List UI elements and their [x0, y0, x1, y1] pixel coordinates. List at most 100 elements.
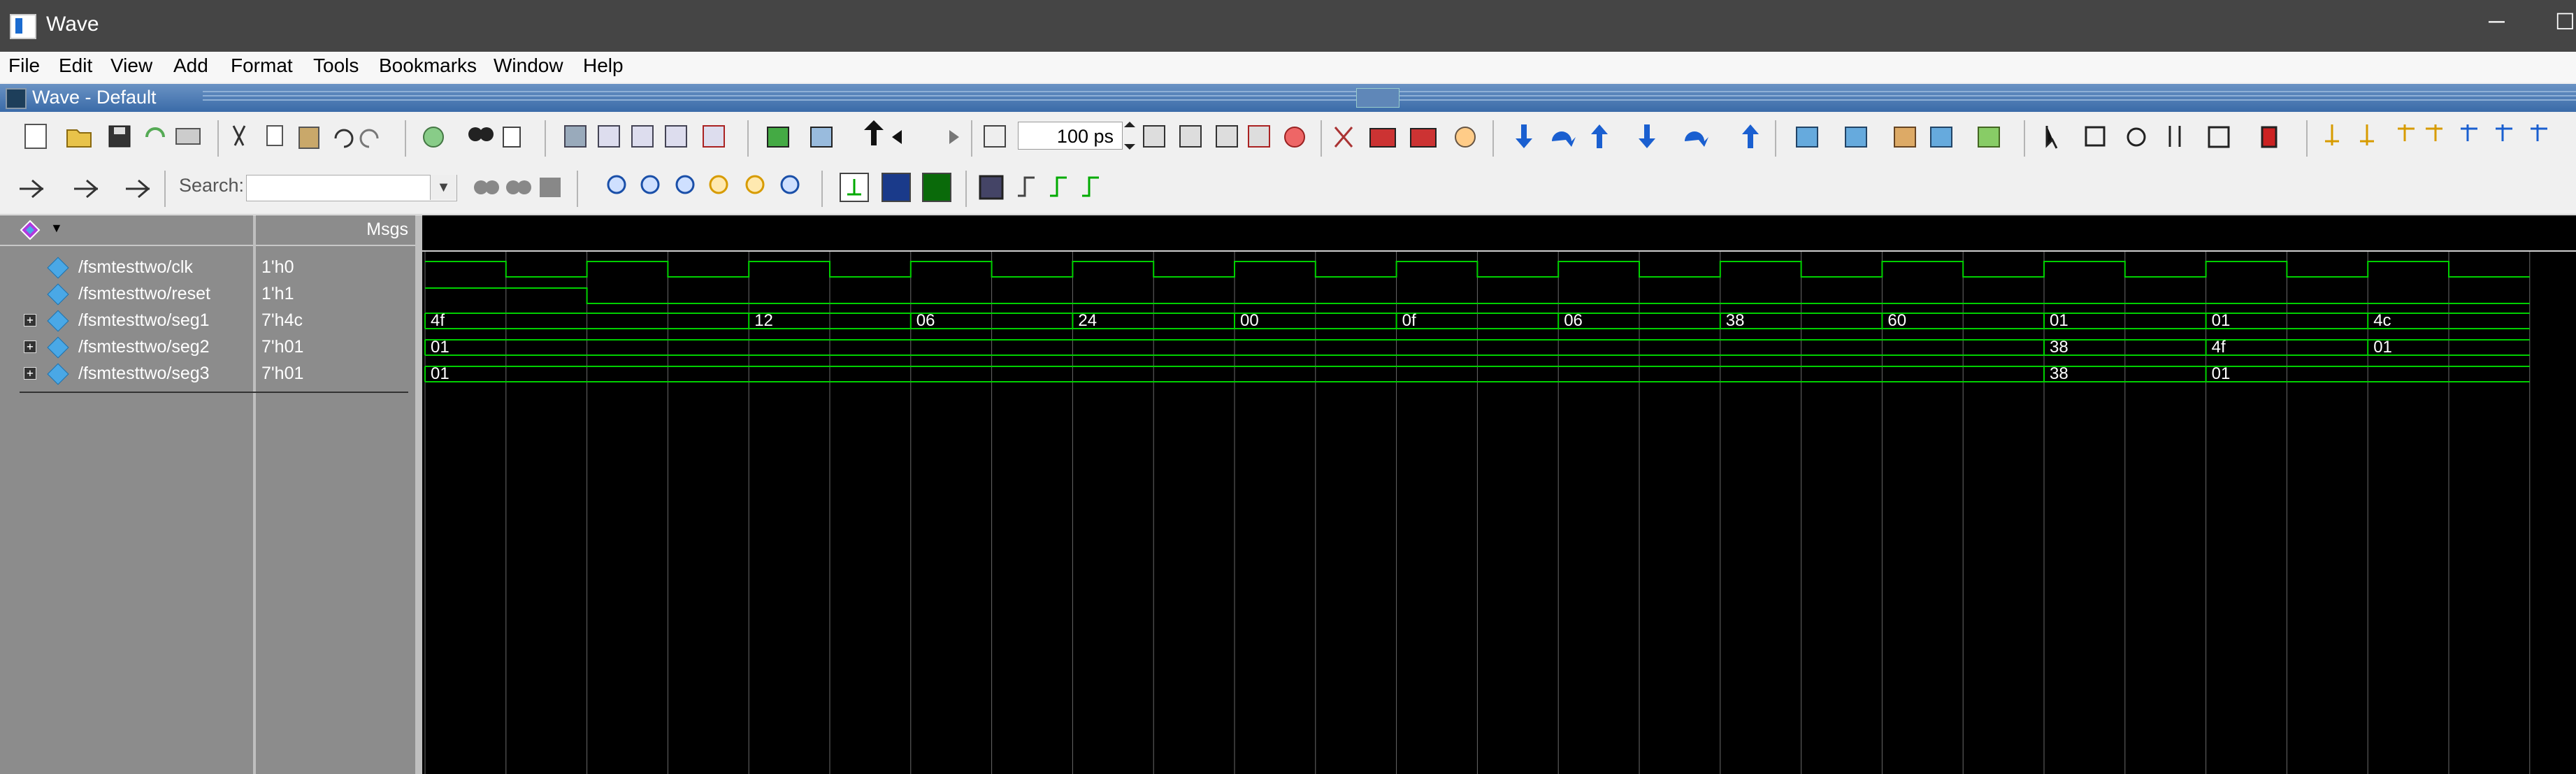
signal-value-clk: 1'h0 — [261, 257, 294, 277]
sim-config-icon — [810, 127, 833, 148]
seg1-value-label: 01 — [2050, 311, 2068, 330]
toolbar-icons — [24, 120, 2547, 157]
signal-type-icon[interactable] — [20, 220, 41, 241]
seg2-value-label: 4f — [2212, 338, 2226, 357]
compile-icon — [767, 127, 789, 148]
signal-name: /fsmtesttwo/clk — [78, 257, 193, 277]
signal-format-icons — [840, 173, 951, 202]
open-icon — [66, 129, 92, 148]
menu-bookmarks[interactable]: Bookmarks — [379, 55, 477, 77]
signal-type-dropdown-icon[interactable]: ▼ — [50, 221, 63, 236]
break-icons — [1334, 127, 1476, 148]
menu-file[interactable]: File — [8, 55, 40, 77]
expand-icon[interactable]: + — [24, 341, 36, 353]
signal-icon — [47, 283, 69, 306]
redo-icon — [359, 129, 379, 148]
left-arrow-icon — [892, 130, 917, 144]
menu-format[interactable]: Format — [231, 55, 293, 77]
window-titlebar: Wave ─ ☐ — [0, 0, 2576, 52]
paste-icon — [298, 127, 319, 149]
names-header: ▼ — [0, 215, 253, 246]
seg2-value-label: 38 — [2050, 338, 2068, 357]
signal-row-seg1[interactable]: + /fsmtesttwo/seg1 — [0, 308, 253, 334]
clk-trace — [425, 261, 2530, 278]
signal-icon — [47, 257, 69, 279]
signal-value-reset: 1'h1 — [261, 284, 294, 303]
seg2-value-label: 01 — [431, 338, 449, 357]
wave-panes: ▼ /fsmtesttwo/clk /fsmtesttwo/reset + /f… — [0, 215, 2576, 774]
run-length-icon — [984, 125, 1006, 148]
search-action-icons — [474, 178, 561, 197]
seg1-value-label: 06 — [1564, 311, 1583, 330]
right-arrow-icon — [934, 130, 959, 144]
run-length-input[interactable]: 100 ps — [1018, 122, 1123, 150]
menu-tools[interactable]: Tools — [313, 55, 359, 77]
wave-window-icon — [6, 88, 27, 109]
signal-names-pane: ▼ /fsmtesttwo/clk /fsmtesttwo/reset + /f… — [0, 215, 253, 774]
list-icon — [503, 127, 521, 148]
waveform-canvas[interactable]: 4f 12 06 24 00 0f 06 38 60 01 01 4c 01 38 4f 01 01 38 01 — [422, 252, 2576, 774]
signal-row-seg3[interactable]: + /fsmtesttwo/seg3 — [0, 361, 253, 387]
expand-icon[interactable]: + — [24, 367, 36, 380]
main-toolbar: 100 ps — [0, 113, 2576, 164]
seg3-value-label: 38 — [2050, 364, 2068, 383]
cut-icon — [232, 125, 246, 146]
seg3-value-label: 01 — [431, 364, 449, 383]
signal-name: /fsmtesttwo/seg3 — [78, 364, 210, 383]
waveform-pane[interactable]: 4f 12 06 24 00 0f 06 38 60 01 01 4c 01 38 4f 01 01 38 01 — [422, 215, 2576, 774]
pane-divider[interactable] — [415, 215, 422, 774]
seg1-value-label: 60 — [1887, 311, 1906, 330]
msgs-column-header: Msgs — [366, 220, 408, 239]
seg2-value-label: 01 — [2373, 338, 2392, 357]
signal-row-seg2[interactable]: + /fsmtesttwo/seg2 — [0, 334, 253, 361]
sim-icons — [564, 125, 725, 148]
values-header: Msgs — [256, 215, 415, 246]
menu-help[interactable]: Help — [583, 55, 624, 77]
search-input[interactable] — [246, 175, 457, 201]
maximize-button[interactable]: ☐ — [2555, 8, 2575, 35]
zoom-stepper-icon — [1124, 122, 1135, 150]
signal-icon — [47, 310, 69, 332]
menu-view[interactable]: View — [110, 55, 152, 77]
menu-add[interactable]: Add — [173, 55, 208, 77]
reload-icon — [145, 127, 165, 138]
signal-value-seg2: 7'h01 — [261, 337, 304, 357]
signal-value-seg1: 7'h4c — [261, 310, 303, 330]
dock-grip[interactable] — [1356, 88, 1399, 108]
seg1-value-label: 06 — [916, 311, 935, 330]
signal-values-pane: Msgs 1'h0 1'h1 7'h4c 7'h01 7'h01 — [256, 215, 415, 774]
dataflow-icons — [1796, 127, 2000, 148]
signal-icon — [47, 336, 69, 359]
cursor-nav-icons — [2325, 124, 2547, 145]
wave-subwindow-titlebar: Wave - Default — [0, 84, 2576, 112]
seg1-value-label: 00 — [1240, 311, 1259, 330]
signal-icon — [47, 363, 69, 385]
search-dropdown-icon[interactable]: ▼ — [430, 175, 456, 200]
seg1-value-label: 4f — [431, 311, 445, 330]
run-icon — [423, 127, 444, 148]
app-icon — [10, 14, 36, 39]
subwindow-title: Wave - Default — [32, 87, 157, 108]
cursor-tool-icons — [2045, 126, 2278, 149]
minimize-button[interactable]: ─ — [2489, 8, 2505, 34]
menu-window[interactable]: Window — [494, 55, 563, 77]
run-icons — [1143, 125, 1305, 148]
signal-row-reset[interactable]: /fsmtesttwo/reset — [0, 281, 253, 308]
copy-icon — [266, 125, 283, 146]
secondary-toolbar: Search: ▼ — [0, 164, 2576, 215]
search-label: Search: — [179, 175, 245, 196]
undo-icon — [334, 129, 354, 148]
signal-row-clk[interactable]: /fsmtesttwo/clk — [0, 255, 253, 281]
up-arrow-icon — [864, 120, 884, 145]
seg1-value-label: 4c — [2373, 311, 2391, 330]
step-icons — [1516, 124, 1759, 148]
expand-icon[interactable]: + — [24, 314, 36, 327]
menu-bar: File Edit View Add Format Tools Bookmark… — [0, 52, 2576, 83]
seg1-value-label: 24 — [1078, 311, 1097, 330]
signal-value-seg3: 7'h01 — [261, 364, 304, 383]
menu-edit[interactable]: Edit — [59, 55, 92, 77]
seg1-value-label: 0f — [1402, 311, 1416, 330]
edge-icons — [979, 175, 1099, 200]
seg1-value-label: 01 — [2212, 311, 2231, 330]
new-icon — [24, 124, 47, 149]
